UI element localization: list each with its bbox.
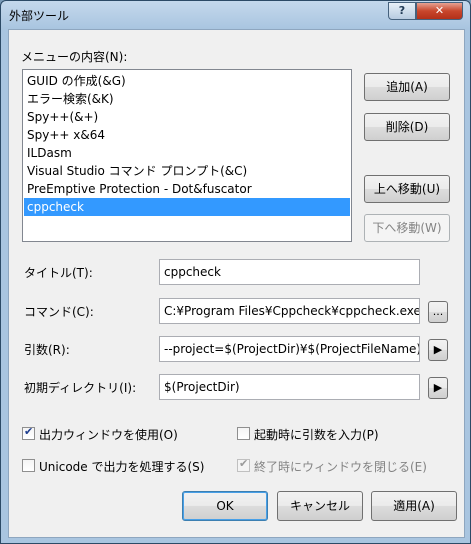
command-input[interactable]: C:¥Program Files¥Cppcheck¥cppcheck.exe [159, 298, 420, 324]
initial-directory-arrow-icon[interactable]: ▶ [428, 377, 448, 399]
checkbox-box[interactable]: ✔ [237, 457, 250, 472]
checkbox-box[interactable]: ✔ [22, 425, 35, 440]
move-down-button[interactable]: 下へ移動(W) [364, 214, 450, 242]
list-item[interactable]: Visual Studio コマンド プロンプト(&C) [24, 162, 350, 180]
list-item[interactable]: GUID の作成(&G) [24, 72, 350, 90]
title-field-label: タイトル(T): [24, 266, 93, 280]
checkbox-label: Unicode で出力を処理する(S) [39, 460, 205, 474]
arguments-menu-arrow-icon[interactable]: ▶ [428, 339, 448, 361]
checkmark-icon: ✔ [24, 425, 34, 438]
arguments-input[interactable]: --project=$(ProjectDir)¥$(ProjectFileNam… [159, 336, 420, 362]
list-item-selected[interactable]: cppcheck [24, 198, 350, 216]
checkbox-label: 終了時にウィンドウを閉じる(E) [254, 460, 427, 474]
checkbox-box[interactable] [237, 427, 250, 440]
checkbox-box[interactable] [22, 459, 35, 472]
list-item[interactable]: ILDasm [24, 144, 350, 162]
help-button[interactable]: ? [388, 2, 416, 20]
checkbox-label: 出力ウィンドウを使用(O) [39, 428, 178, 442]
list-item[interactable]: Spy++ x&64 [24, 126, 350, 144]
cancel-button[interactable]: キャンセル [277, 491, 363, 521]
browse-button[interactable]: ... [428, 301, 448, 323]
list-item[interactable]: PreEmptive Protection - Dot&fuscator [24, 180, 350, 198]
menu-contents-label: メニューの内容(N): [21, 50, 128, 64]
close-button[interactable]: ✕ [416, 2, 463, 20]
move-up-button[interactable]: 上へ移動(U) [364, 175, 450, 203]
window-title: 外部ツール [9, 9, 70, 23]
arguments-field-label: 引数(R): [24, 343, 70, 357]
list-item[interactable]: エラー検索(&K) [24, 90, 350, 108]
checkbox-label: 起動時に引数を入力(P) [254, 428, 379, 442]
add-button[interactable]: 追加(A) [364, 73, 450, 101]
apply-button[interactable]: 適用(A) [371, 491, 457, 521]
list-item[interactable]: Spy++(&+) [24, 108, 350, 126]
checkmark-icon: ✔ [239, 457, 249, 470]
ok-button[interactable]: OK [182, 491, 268, 521]
external-tools-dialog: 外部ツール ? ✕ メニューの内容(N): GUID の作成(&G) エラー検索… [0, 0, 471, 544]
command-field-label: コマンド(C): [24, 305, 94, 319]
dialog-client-area: メニューの内容(N): GUID の作成(&G) エラー検索(&K) Spy++… [8, 29, 465, 538]
title-input[interactable]: cppcheck [159, 259, 420, 285]
menu-contents-listbox[interactable]: GUID の作成(&G) エラー検索(&K) Spy++(&+) Spy++ x… [22, 69, 352, 242]
initial-directory-input[interactable]: $(ProjectDir) [159, 374, 420, 400]
title-bar[interactable]: 外部ツール ? ✕ [1, 1, 470, 29]
initial-directory-label: 初期ディレクトリ(I): [24, 381, 137, 395]
delete-button[interactable]: 削除(D) [364, 113, 450, 141]
